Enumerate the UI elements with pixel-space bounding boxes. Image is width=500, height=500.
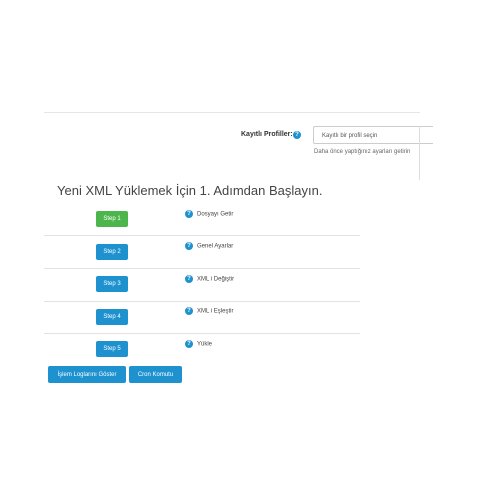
step-2-button[interactable]: Step 2 (96, 244, 128, 260)
step-5-button[interactable]: Step 5 (96, 341, 128, 357)
step-row: Step 4 ? XML i Eşleştir (44, 301, 360, 334)
step-4-description: ? XML i Eşleştir (185, 307, 233, 315)
help-icon[interactable]: ? (185, 210, 193, 218)
step-row: Step 5 ? Yükle (44, 334, 360, 366)
cron-command-button[interactable]: Cron Komutu (129, 366, 182, 383)
panel-edge (419, 126, 420, 180)
step-3-description: ? XML i Değiştir (185, 275, 234, 283)
profile-hint: Daha önce yaptığınız ayarları getirin (314, 149, 411, 155)
page-heading: Yeni XML Yüklemek İçin 1. Adımdan Başlay… (57, 183, 323, 198)
step-3-button[interactable]: Step 3 (96, 276, 128, 292)
step-row: Step 3 ? XML i Değiştir (44, 269, 360, 302)
step-1-label: Dosyayı Getir (197, 211, 234, 218)
step-5-description: ? Yükle (185, 340, 212, 348)
step-2-label: Genel Ayarlar (197, 243, 234, 250)
profile-select[interactable]: Kayıtlı bir profil seçin (313, 126, 433, 144)
help-icon[interactable]: ? (185, 307, 193, 315)
show-logs-button[interactable]: İşlem Loglarını Göster (48, 366, 126, 383)
help-icon[interactable]: ? (185, 242, 193, 250)
step-row: Step 1 ? Dosyayı Getir (44, 203, 360, 236)
profile-help-icon[interactable]: ? (293, 131, 301, 139)
step-row: Step 2 ? Genel Ayarlar (44, 236, 360, 269)
top-divider (44, 112, 420, 113)
help-icon[interactable]: ? (185, 340, 193, 348)
profile-label: Kayıtlı Profiller: (241, 131, 293, 138)
step-4-label: XML i Eşleştir (197, 308, 234, 315)
step-3-label: XML i Değiştir (197, 276, 235, 283)
step-1-button[interactable]: Step 1 (96, 211, 128, 227)
step-1-description: ? Dosyayı Getir (185, 210, 233, 218)
step-5-label: Yükle (197, 341, 213, 348)
step-2-description: ? Genel Ayarlar (185, 242, 233, 250)
step-4-button[interactable]: Step 4 (96, 309, 128, 325)
help-icon[interactable]: ? (185, 275, 193, 283)
